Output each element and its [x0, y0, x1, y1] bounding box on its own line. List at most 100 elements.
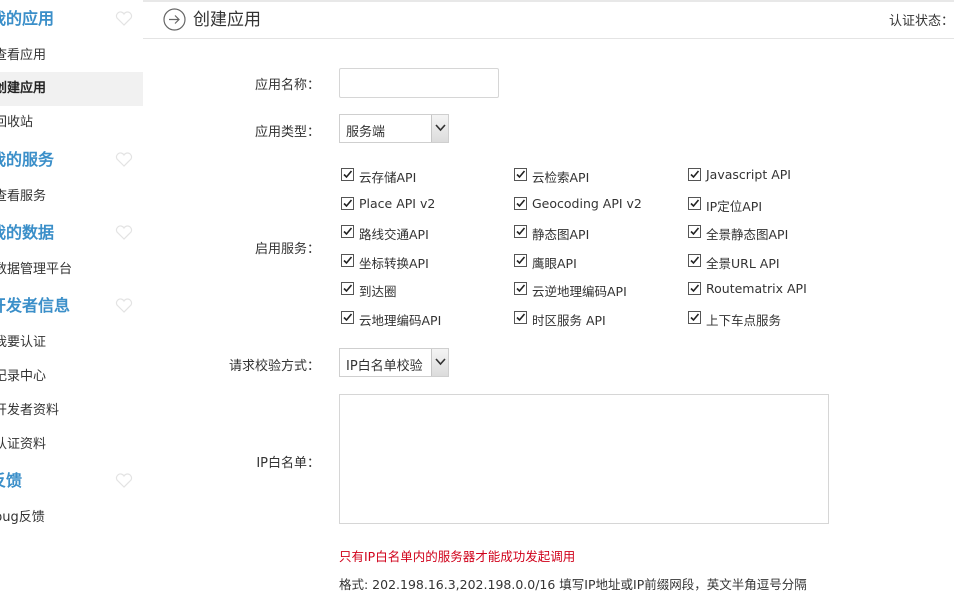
checkbox[interactable]: [688, 225, 701, 238]
app-name-input[interactable]: [339, 68, 499, 98]
sidebar-group-title: 我的数据: [0, 223, 55, 242]
service-label: Place API v2: [359, 196, 436, 211]
checkmark-icon: [343, 227, 353, 236]
sidebar-group-title: 开发者信息: [0, 296, 71, 315]
checkbox[interactable]: [341, 282, 354, 295]
sidebar-group-title: 我的服务: [0, 150, 55, 169]
sidebar-item-certification-profile[interactable]: 认证资料: [0, 428, 143, 462]
ip-whitelist-textarea[interactable]: [339, 394, 829, 524]
checkmark-icon: [343, 284, 353, 293]
checkmark-icon: [343, 256, 353, 265]
app-type-select[interactable]: 服务端: [339, 114, 449, 143]
sidebar-item-recycle-bin[interactable]: 回收站: [0, 106, 143, 140]
sidebar-item-record-center[interactable]: 记录中心: [0, 360, 143, 394]
sidebar-item-view-apps[interactable]: 查看应用: [0, 39, 143, 73]
app-name-label: 应用名称：: [254, 78, 320, 93]
service-label: 云逆地理编码API: [532, 284, 627, 299]
checkbox[interactable]: [341, 197, 354, 210]
sidebar-item-certify[interactable]: 我要认证: [0, 326, 143, 360]
service-label: IP定位API: [706, 199, 762, 214]
collapse-heart-icon: [115, 225, 133, 240]
checkbox[interactable]: [341, 225, 354, 238]
arrow-circle-icon: [163, 8, 186, 31]
checkbox[interactable]: [341, 311, 354, 324]
collapse-heart-icon: [115, 473, 133, 488]
page-header: 创建应用 认证状态：: [143, 0, 954, 39]
checkbox[interactable]: [514, 254, 527, 267]
sidebar-group-feedback[interactable]: 反馈: [0, 463, 143, 499]
checkbox[interactable]: [514, 168, 527, 181]
checkbox[interactable]: [514, 225, 527, 238]
sidebar-group-my-services[interactable]: 我的服务: [0, 142, 143, 178]
service-label: Javascript API: [706, 167, 791, 182]
checkbox[interactable]: [514, 282, 527, 295]
checkmark-icon: [343, 199, 353, 208]
checkbox[interactable]: [688, 254, 701, 267]
sidebar-item-create-app[interactable]: 创建应用: [0, 72, 143, 106]
verify-method-label: 请求校验方式：: [228, 359, 320, 374]
service-label: Geocoding API v2: [532, 196, 642, 211]
verify-method-dropdown-button[interactable]: [431, 349, 448, 376]
verify-method-select[interactable]: IP白名单校验: [339, 348, 449, 377]
whitelist-format-hint: 格式: 202.198.16.3,202.198.0.0/16 填写IP地址或I…: [339, 577, 807, 592]
service-label: Routematrix API: [706, 281, 807, 296]
checkbox[interactable]: [514, 197, 527, 210]
sidebar-group-my-apps[interactable]: 我的应用: [0, 1, 143, 37]
sidebar-item-view-services[interactable]: 查看服务: [0, 180, 143, 214]
checkmark-icon: [690, 199, 700, 208]
whitelist-warning-text: 只有IP白名单内的服务器才能成功发起调用: [339, 549, 576, 564]
service-label: 云存储API: [359, 170, 417, 185]
sidebar-group-title: 反馈: [0, 471, 23, 490]
service-label: 到达圈: [359, 284, 397, 299]
service-label: 鹰眼API: [532, 256, 577, 271]
sidebar: 我的应用 查看应用 创建应用 回收站 我的服务 查看服务 我的数据 数据管理平台…: [0, 0, 143, 595]
sidebar-group-title: 我的应用: [0, 9, 55, 28]
checkbox[interactable]: [341, 168, 354, 181]
checkmark-icon: [690, 256, 700, 265]
sidebar-item-data-platform[interactable]: 数据管理平台: [0, 253, 143, 287]
checkmark-icon: [516, 227, 526, 236]
chevron-down-icon: [435, 358, 446, 366]
checkmark-icon: [690, 227, 700, 236]
service-label: 上下车点服务: [706, 313, 782, 328]
checkbox[interactable]: [688, 282, 701, 295]
checkbox[interactable]: [514, 311, 527, 324]
app-type-dropdown-button[interactable]: [431, 115, 448, 142]
checkmark-icon: [516, 313, 526, 322]
checkbox[interactable]: [688, 197, 701, 210]
service-label: 云地理编码API: [359, 313, 442, 328]
collapse-heart-icon: [115, 152, 133, 167]
checkmark-icon: [516, 256, 526, 265]
service-label: 坐标转换API: [359, 256, 429, 271]
app-type-label: 应用类型：: [254, 125, 320, 140]
service-label: 静态图API: [532, 227, 590, 242]
chevron-down-icon: [435, 124, 446, 132]
app-type-value: 服务端: [346, 125, 386, 140]
checkbox[interactable]: [688, 311, 701, 324]
sidebar-item-developer-profile[interactable]: 开发者资料: [0, 394, 143, 428]
collapse-heart-icon: [115, 11, 133, 26]
sidebar-group-my-data[interactable]: 我的数据: [0, 215, 143, 251]
verify-method-value: IP白名单校验: [346, 359, 423, 374]
service-label: 时区服务 API: [532, 313, 606, 328]
sidebar-item-bug-feedback[interactable]: bug反馈: [0, 501, 143, 535]
checkmark-icon: [690, 170, 700, 179]
checkbox[interactable]: [341, 254, 354, 267]
checkmark-icon: [516, 170, 526, 179]
ip-whitelist-label: IP白名单：: [256, 456, 320, 471]
collapse-heart-icon: [115, 298, 133, 313]
service-label: 全景静态图API: [706, 227, 789, 242]
service-label: 云检索API: [532, 170, 590, 185]
checkmark-icon: [690, 313, 700, 322]
service-label: 全景URL API: [706, 256, 780, 271]
service-label: 路线交通API: [359, 227, 429, 242]
page-title: 创建应用: [193, 10, 261, 30]
checkmark-icon: [516, 284, 526, 293]
checkbox[interactable]: [688, 168, 701, 181]
checkmark-icon: [516, 199, 526, 208]
auth-status-label: 认证状态：: [888, 14, 954, 29]
checkmark-icon: [343, 170, 353, 179]
checkmark-icon: [343, 313, 353, 322]
sidebar-group-developer-info[interactable]: 开发者信息: [0, 288, 143, 324]
checkmark-icon: [690, 284, 700, 293]
